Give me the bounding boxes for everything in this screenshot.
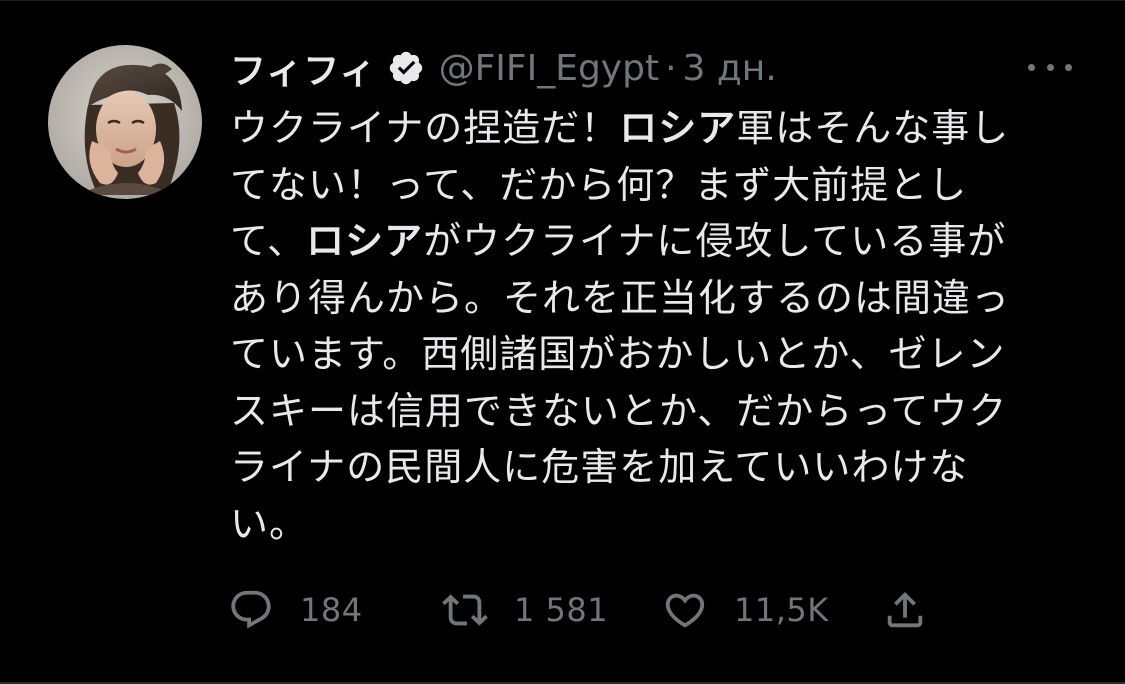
- text-span: てない！って、だから何？まず大前提とし: [230, 162, 968, 207]
- tweet-text: ウクライナの捏造だ！ロシア軍はそんな事し てない！って、だから何？まず大前提とし…: [230, 100, 1090, 552]
- share-button[interactable]: [882, 586, 928, 634]
- text-span: 軍はそんな事し: [736, 106, 1010, 150]
- more-dots-icon[interactable]: [1028, 52, 1072, 82]
- tweet[interactable]: フィフィ @FIFI_Egypt · 3 дн. ウクライナの捏造だ！ロシア軍は…: [0, 0, 1125, 684]
- dot: [1065, 63, 1072, 71]
- dot: [1028, 63, 1035, 71]
- text-span: て、: [230, 219, 307, 263]
- tweet-text-line: スキーは信用できないとか、だからってウク: [230, 383, 1090, 440]
- tweet-header: フィフィ @FIFI_Egypt · 3 дн.: [230, 46, 777, 93]
- text-span: い。: [230, 501, 309, 546]
- tweet-text-line: てない！って、だから何？まず大前提とし: [230, 157, 1090, 214]
- tweet-text-line: ウクライナの捏造だ！ロシア軍はそんな事し: [230, 100, 1090, 157]
- bold-text-span: ロシア: [619, 106, 737, 150]
- like-count: 11,5K: [734, 591, 829, 629]
- tweet-text-line: て、ロシアがウクライナに侵攻している事が: [230, 213, 1090, 270]
- bold-text-span: ロシア: [306, 219, 424, 263]
- text-span: あり得んから。それを正当化するのは間違っ: [230, 275, 1011, 320]
- display-name[interactable]: フィフィ: [230, 42, 377, 94]
- heart-icon: [665, 593, 705, 628]
- avatar-image: [48, 45, 202, 199]
- text-span: ウクライナの捏造だ！: [230, 106, 620, 150]
- like-button[interactable]: 11,5K: [662, 586, 829, 634]
- text-span: ています。西側諸国がおかしいとか、ゼレン: [230, 332, 1006, 376]
- text-span: がウクライナに侵攻している事が: [423, 219, 1007, 263]
- verified-badge-icon: [387, 49, 425, 87]
- tweet-text-line: あり得んから。それを正当化するのは間違っ: [230, 270, 1090, 327]
- reply-icon: [231, 590, 271, 629]
- reply-button[interactable]: 184: [228, 586, 363, 634]
- reply-count: 184: [300, 591, 363, 629]
- tweet-actions: 184 1 581 11,5K: [228, 586, 948, 634]
- tweet-text-line: ライナの民間人に危害を加えていいわけな: [230, 439, 1090, 496]
- timestamp[interactable]: 3 дн.: [683, 48, 777, 89]
- text-span: ライナの民間人に危害を加えていいわけな: [230, 445, 969, 489]
- text-span: スキーは信用できないとか、だからってウク: [230, 388, 1008, 433]
- separator-dot: ·: [665, 47, 677, 89]
- avatar[interactable]: [48, 45, 202, 199]
- handle[interactable]: @FIFI_Egypt: [439, 48, 660, 89]
- share-icon: [887, 591, 923, 628]
- tweet-text-line: ています。西側諸国がおかしいとか、ゼレン: [230, 326, 1090, 383]
- retweet-button[interactable]: 1 581: [442, 586, 608, 634]
- dot: [1046, 63, 1054, 71]
- retweet-icon: [442, 594, 488, 626]
- retweet-count: 1 581: [514, 591, 609, 629]
- tweet-text-line: い。: [230, 496, 1090, 553]
